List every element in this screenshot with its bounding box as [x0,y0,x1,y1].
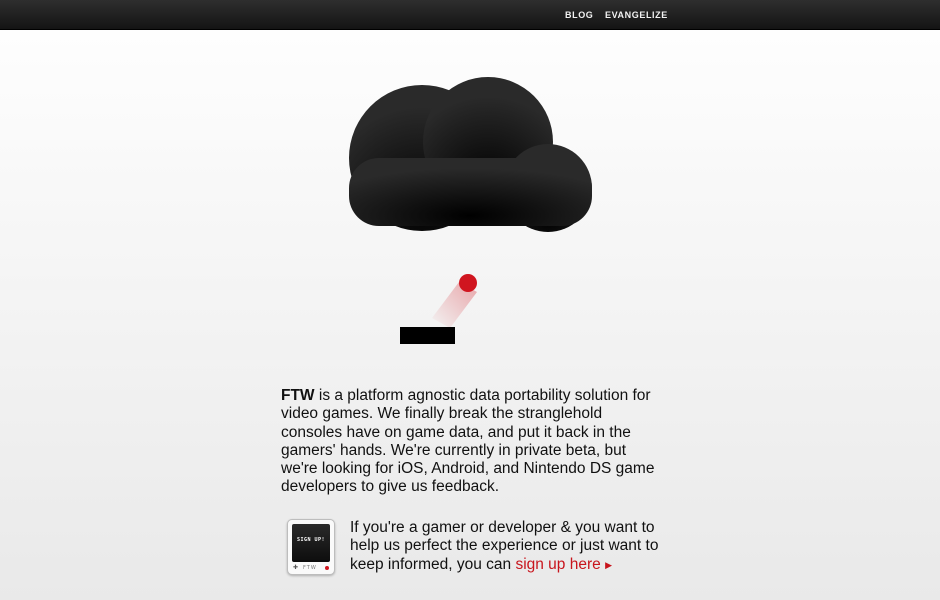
hero-illustration [349,77,592,344]
device-screen-text: SIGN UP! [296,537,326,543]
dpad-icon: ✚ [293,565,299,571]
signup-cta: If you're a gamer or developer & you wan… [350,519,660,574]
cloud-icon [349,77,592,232]
brand-name: FTW [281,387,315,404]
paddle-icon [400,327,455,344]
intro-text: is a platform agnostic data portability … [281,387,655,496]
device-red-button [325,566,329,570]
cta-text: If you're a gamer or developer & you wan… [350,519,659,573]
play-arrow-icon: ▶ [605,559,612,570]
device-brand: FTW [303,565,317,571]
ball-icon [459,274,477,292]
device-screen: SIGN UP! [292,524,330,562]
signup-device-button[interactable]: SIGN UP! ✚ FTW [287,519,335,575]
signup-link[interactable]: sign up here [515,556,600,573]
intro-paragraph: FTW is a platform agnostic data portabil… [281,387,666,497]
